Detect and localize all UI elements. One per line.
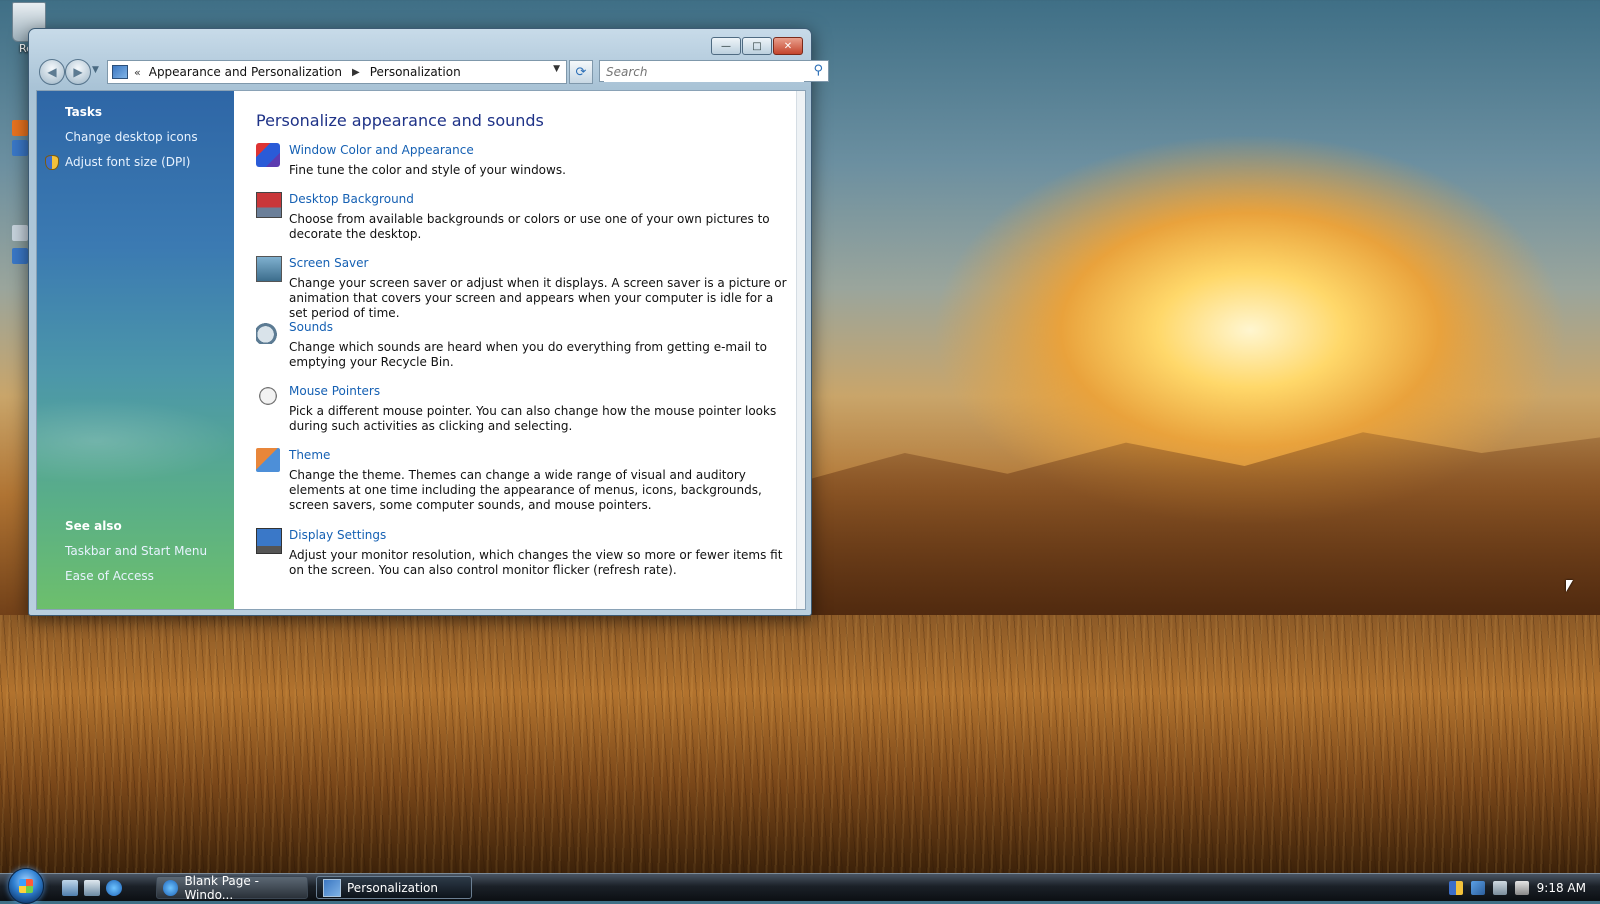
desktop-shortcut-icon[interactable] [12,120,28,136]
start-button[interactable] [8,868,44,904]
search-input[interactable] [604,62,804,82]
clock[interactable]: 9:18 AM [1537,881,1586,895]
window-caption-buttons: — □ ✕ [711,37,803,55]
navigation-bar: ◀ ▶ ▼ « Appearance and Personalization ▶… [37,59,829,85]
back-button[interactable]: ◀ [39,59,65,85]
breadcrumb-separator-icon[interactable]: ▶ [352,67,360,78]
desktop-shortcut-icon[interactable] [12,225,28,241]
search-box[interactable]: ⚲ [599,60,829,82]
taskbar-button-blank-page[interactable]: Blank Page - Windo... [156,873,308,902]
main-pane: Personalize appearance and sounds Window… [234,91,805,609]
screen-saver-link[interactable]: Screen Saver [289,256,368,270]
window-color-icon [256,143,280,167]
desktop-background-icon [256,192,282,218]
desktop-background-description: Choose from available backgrounds or col… [289,212,770,241]
mouse-cursor-icon [1566,580,1573,592]
adjust-font-size-link[interactable]: Adjust font size (DPI) [65,155,190,169]
tasks-heading: Tasks [65,105,103,119]
mouse-pointers-link[interactable]: Mouse Pointers [289,384,380,398]
desktop-background-link[interactable]: Desktop Background [289,192,414,206]
back-arrow-icon: ◀ [47,65,57,79]
breadcrumb-personalization[interactable]: Personalization [370,65,461,79]
show-desktop-icon[interactable] [62,880,78,896]
internet-explorer-icon[interactable] [106,880,122,896]
recent-pages-dropdown[interactable]: ▼ [92,65,99,75]
minimize-button[interactable]: — [711,37,741,55]
taskbar-and-start-menu-link[interactable]: Taskbar and Start Menu [65,544,207,558]
internet-explorer-icon [163,879,179,896]
screen-saver-description: Change your screen saver or adjust when … [289,276,787,320]
forward-button[interactable]: ▶ [65,59,91,85]
change-desktop-icons-link[interactable]: Change desktop icons [65,130,198,144]
display-settings-link[interactable]: Display Settings [289,528,386,542]
desktop-shortcut-icon[interactable] [12,248,28,264]
shield-icon [45,155,59,170]
breadcrumb-appearance-and-personalization[interactable]: Appearance and Personalization [149,65,342,79]
security-shield-icon[interactable] [1448,880,1463,895]
search-icon[interactable]: ⚲ [813,63,823,78]
window-color-description: Fine tune the color and style of your wi… [289,163,566,177]
theme-description: Change the theme. Themes can change a wi… [289,468,762,512]
forward-arrow-icon: ▶ [73,65,83,79]
maximize-button[interactable]: □ [742,37,772,55]
task-pane: Tasks Change desktop icons Adjust font s… [37,91,234,609]
wallpaper-grass [0,615,1600,875]
sounds-link[interactable]: Sounds [289,320,333,334]
personalization-window: — □ ✕ ◀ ▶ ▼ « Appearance and Personaliza… [28,28,829,616]
theme-icon [256,448,280,472]
refresh-icon: ⟳ [575,64,587,80]
system-tray: 9:18 AM [1448,874,1600,901]
taskbar-button-personalization[interactable]: Personalization [316,876,472,899]
network-icon[interactable] [1492,880,1507,895]
screen-saver-icon [256,256,282,282]
taskbar-button-label: Blank Page - Windo... [184,873,259,902]
control-panel-icon [112,65,128,79]
volume-muted-icon[interactable] [1514,880,1529,895]
windows-sidebar-icon[interactable] [1470,880,1485,895]
refresh-button[interactable]: ⟳ [569,60,593,84]
close-button[interactable]: ✕ [773,37,803,55]
sounds-description: Change which sounds are heard when you d… [289,340,767,369]
window-content: Tasks Change desktop icons Adjust font s… [36,90,806,610]
taskbar-button-label: Personalization [347,880,438,895]
vertical-scrollbar[interactable] [796,91,805,609]
ease-of-access-link[interactable]: Ease of Access [65,569,154,583]
theme-link[interactable]: Theme [289,448,330,462]
wallpaper-hills [810,432,1600,635]
address-overflow-chevron[interactable]: « [134,66,141,79]
address-dropdown-icon[interactable]: ▼ [553,64,560,74]
see-also-heading: See also [65,519,122,533]
taskbar: Blank Page - Windo... Personalization 9:… [0,868,1600,904]
display-settings-description: Adjust your monitor resolution, which ch… [289,548,783,577]
page-title: Personalize appearance and sounds [256,111,544,130]
window-color-link[interactable]: Window Color and Appearance [289,143,474,157]
control-panel-icon [323,878,341,897]
desktop-shortcut-icon[interactable] [12,140,28,156]
display-settings-icon [256,528,282,554]
address-bar[interactable]: « Appearance and Personalization ▶ Perso… [107,60,567,84]
sounds-icon [256,320,280,344]
switch-windows-icon[interactable] [84,880,100,896]
mouse-pointers-description: Pick a different mouse pointer. You can … [289,404,777,433]
mouse-pointers-icon [256,384,280,408]
